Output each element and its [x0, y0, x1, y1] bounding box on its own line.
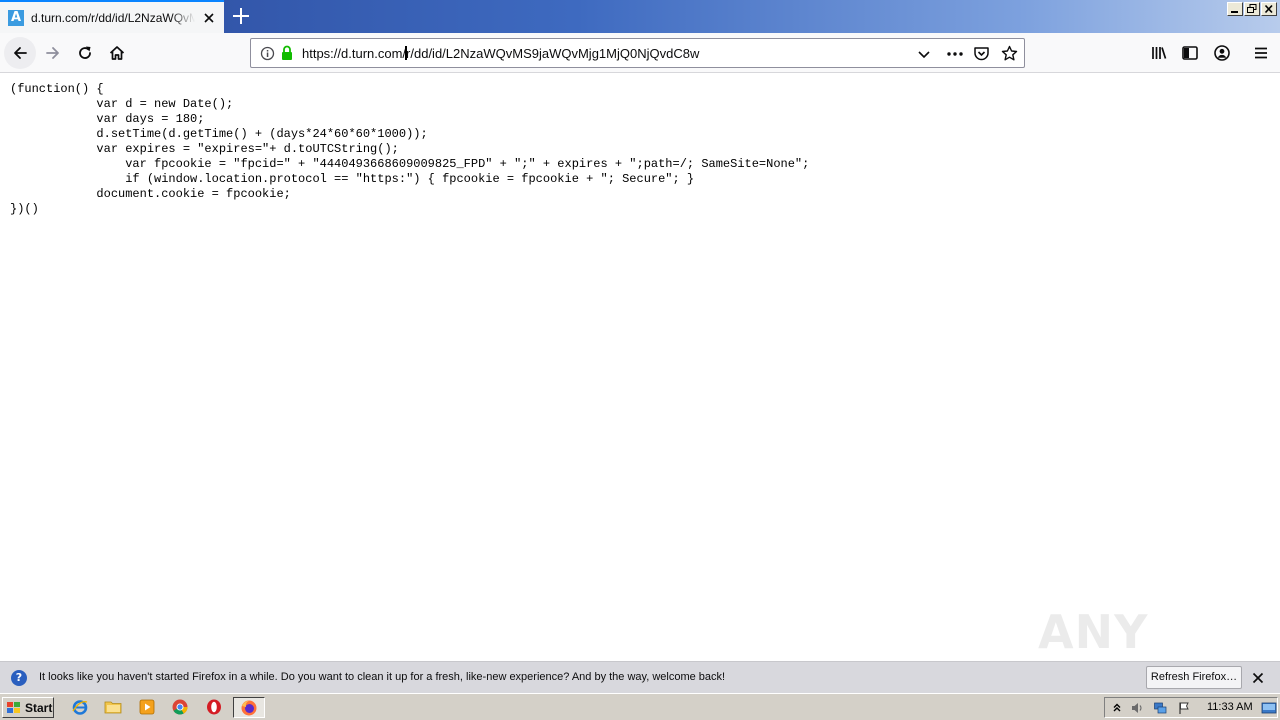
account-button[interactable]: [1206, 37, 1238, 69]
library-button[interactable]: [1143, 37, 1175, 69]
media-player-launcher[interactable]: [138, 698, 156, 716]
internet-explorer-icon: [72, 700, 88, 715]
taskbar-firefox-active[interactable]: [233, 697, 265, 718]
internet-explorer-launcher[interactable]: [71, 698, 89, 716]
close-icon[interactable]: [1250, 670, 1266, 686]
back-button[interactable]: [4, 37, 36, 69]
system-tray: 11:33 AM: [1104, 697, 1278, 718]
code-line: document.cookie = fpcookie;: [10, 187, 291, 201]
question-icon: ?: [11, 670, 27, 686]
folder-icon: [104, 701, 122, 714]
opera-launcher[interactable]: [205, 698, 223, 716]
opera-icon: [207, 699, 221, 715]
notification-message: It looks like you haven't started Firefo…: [39, 671, 726, 683]
minimize-icon: [1231, 11, 1238, 13]
code-line: var expires = "expires="+ d.toUTCString(…: [10, 142, 399, 156]
code-line: var d = new Date();: [10, 97, 234, 111]
start-button[interactable]: Start: [2, 697, 54, 718]
library-icon: [1152, 47, 1167, 59]
restore-button[interactable]: [1244, 2, 1260, 16]
close-window-button[interactable]: [1261, 2, 1277, 16]
url-bar[interactable]: https://d.turn.com/r/dd/id/L2NzaWQvMS9ja…: [250, 38, 1025, 68]
navigation-toolbar: https://d.turn.com/r/dd/id/L2NzaWQvMS9ja…: [0, 33, 1280, 73]
account-icon: [1214, 45, 1230, 61]
info-icon[interactable]: [260, 46, 275, 61]
reload-icon: [79, 46, 91, 59]
menu-button[interactable]: [1245, 37, 1277, 69]
bookmark-star-icon[interactable]: [1001, 45, 1018, 62]
anyrun-watermark: ANY RUN: [1038, 605, 1151, 713]
url-part-before-caret: https://d.turn.com/: [302, 46, 407, 61]
windows-logo-icon: [7, 701, 20, 713]
firefox-icon: [241, 700, 257, 715]
lock-icon[interactable]: [280, 45, 294, 61]
forward-arrow-icon: [46, 47, 59, 59]
action-center-flag-icon[interactable]: [1177, 701, 1191, 715]
chrome-icon: [172, 699, 188, 715]
show-hidden-icons-icon[interactable]: [1110, 701, 1124, 715]
window-controls: [1227, 2, 1277, 16]
url-text[interactable]: https://d.turn.com/r/dd/id/L2NzaWQvMS9ja…: [302, 46, 699, 61]
sidebar-icon: [1182, 46, 1198, 60]
sidebar-button[interactable]: [1174, 37, 1206, 69]
media-player-icon: [139, 699, 155, 715]
page-actions-icon[interactable]: [946, 47, 964, 61]
minimize-button[interactable]: [1227, 2, 1243, 16]
notification-bar: ? It looks like you haven't started Fire…: [0, 661, 1280, 693]
reload-button[interactable]: [69, 37, 101, 69]
restore-icon: [1247, 4, 1257, 13]
title-bar: A d.turn.com/r/dd/id/L2NzaWQvMS9jaWQvMjg…: [0, 0, 1280, 33]
back-arrow-icon: [14, 47, 27, 59]
home-icon: [109, 46, 125, 60]
tab-favicon-icon: A: [8, 9, 24, 26]
code-line: if (window.location.protocol == "https:"…: [10, 172, 695, 186]
volume-icon[interactable]: [1130, 701, 1144, 715]
code-line: })(): [10, 202, 39, 216]
source-code-block: (function() { var d = new Date(); var da…: [10, 82, 809, 217]
clock[interactable]: 11:33 AM: [1207, 701, 1253, 713]
forward-button[interactable]: [37, 37, 69, 69]
code-line: (function() {: [10, 82, 104, 96]
page-content: (function() { var d = new Date(); var da…: [0, 74, 1280, 661]
tab-title: d.turn.com/r/dd/id/L2NzaWQvMS9jaWQvMjg1M…: [31, 10, 195, 25]
taskbar: Start 11:33 AM: [0, 693, 1280, 720]
pocket-icon[interactable]: [973, 45, 990, 62]
start-label: Start: [25, 700, 53, 715]
code-line: d.setTime(d.getTime() + (days*24*60*60*1…: [10, 127, 428, 141]
close-icon: [1264, 4, 1273, 14]
network-icon[interactable]: [1153, 701, 1167, 715]
home-button[interactable]: [101, 37, 133, 69]
hamburger-menu-icon: [1255, 47, 1267, 59]
new-tab-icon[interactable]: [230, 5, 252, 27]
tab-close-icon[interactable]: [202, 11, 216, 25]
chevron-down-icon[interactable]: [917, 47, 931, 61]
code-line: var fpcookie = "fpcid=" + "4440493668609…: [10, 157, 810, 171]
refresh-firefox-button[interactable]: Refresh Firefox…: [1146, 666, 1242, 689]
explorer-launcher[interactable]: [104, 698, 122, 716]
chrome-launcher[interactable]: [171, 698, 189, 716]
code-line: var days = 180;: [10, 112, 205, 126]
tab-active[interactable]: A d.turn.com/r/dd/id/L2NzaWQvMS9jaWQvMjg…: [0, 0, 224, 33]
url-part-after-caret: r/dd/id/L2NzaWQvMS9jaWQvMjg1MjQ0NjQvdC8w: [406, 46, 700, 61]
show-desktop-icon[interactable]: [1261, 701, 1277, 715]
